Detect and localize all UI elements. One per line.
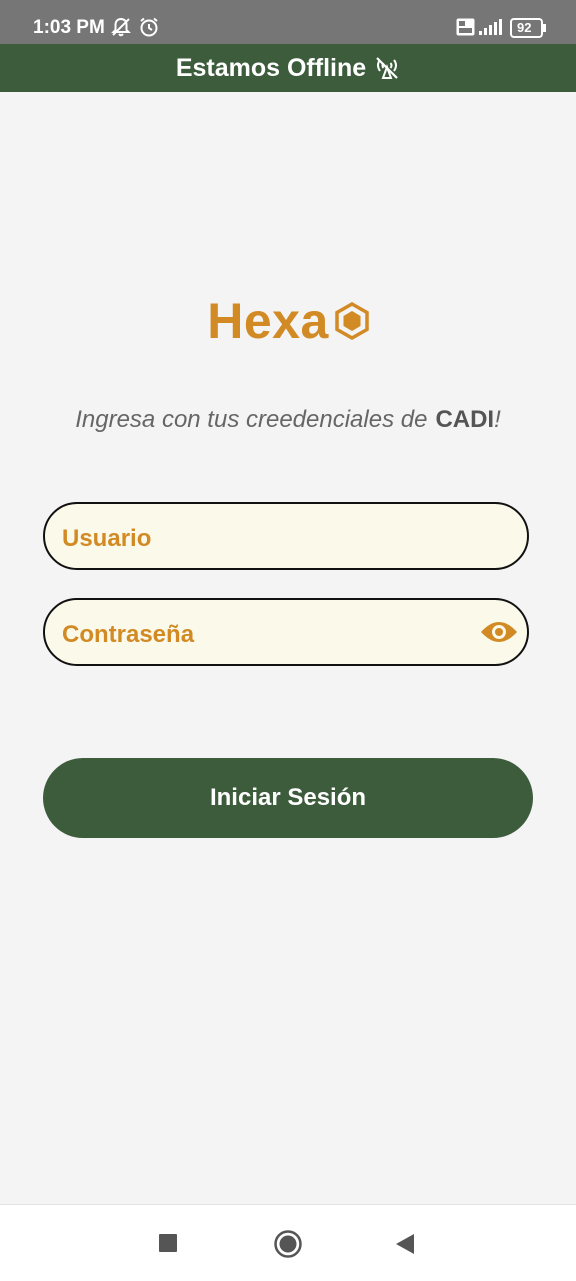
offline-banner-text: Estamos Offline bbox=[175, 53, 367, 82]
subtitle-brand: CADI bbox=[435, 406, 495, 433]
alarm-icon bbox=[138, 16, 160, 43]
username-placeholder: Usuario bbox=[62, 525, 152, 552]
no-signal-icon bbox=[374, 55, 400, 81]
navigation-bar bbox=[0, 1204, 576, 1281]
home-circle-icon[interactable] bbox=[273, 1229, 303, 1264]
show-password-button[interactable] bbox=[479, 614, 519, 650]
status-time: 1:03 PM bbox=[33, 17, 105, 38]
password-field[interactable]: Contraseña bbox=[43, 598, 529, 666]
hexagon-icon bbox=[335, 302, 369, 340]
password-placeholder: Contraseña bbox=[62, 621, 195, 648]
battery-level: 92 bbox=[517, 20, 532, 35]
login-button[interactable]: Iniciar Sesión bbox=[43, 758, 533, 838]
back-triangle-icon[interactable] bbox=[395, 1233, 415, 1260]
status-bar: 1:03 PM 92 bbox=[0, 0, 576, 44]
username-field[interactable]: Usuario bbox=[43, 502, 529, 570]
logo-text: Hexa bbox=[207, 293, 329, 349]
signal-icon bbox=[478, 19, 502, 40]
offline-banner: Estamos Offline bbox=[0, 44, 576, 92]
eye-icon bbox=[481, 622, 517, 642]
subtitle-suffix: ! bbox=[494, 406, 501, 433]
app-logo: Hexa bbox=[0, 292, 576, 350]
volte-icon bbox=[456, 18, 475, 41]
notification-off-icon bbox=[110, 16, 132, 43]
subtitle-text: Ingresa con tus creedenciales de bbox=[75, 406, 428, 433]
recents-square-icon[interactable] bbox=[158, 1233, 178, 1258]
login-subtitle: Ingresa con tus creedenciales de CADI! bbox=[0, 406, 576, 434]
